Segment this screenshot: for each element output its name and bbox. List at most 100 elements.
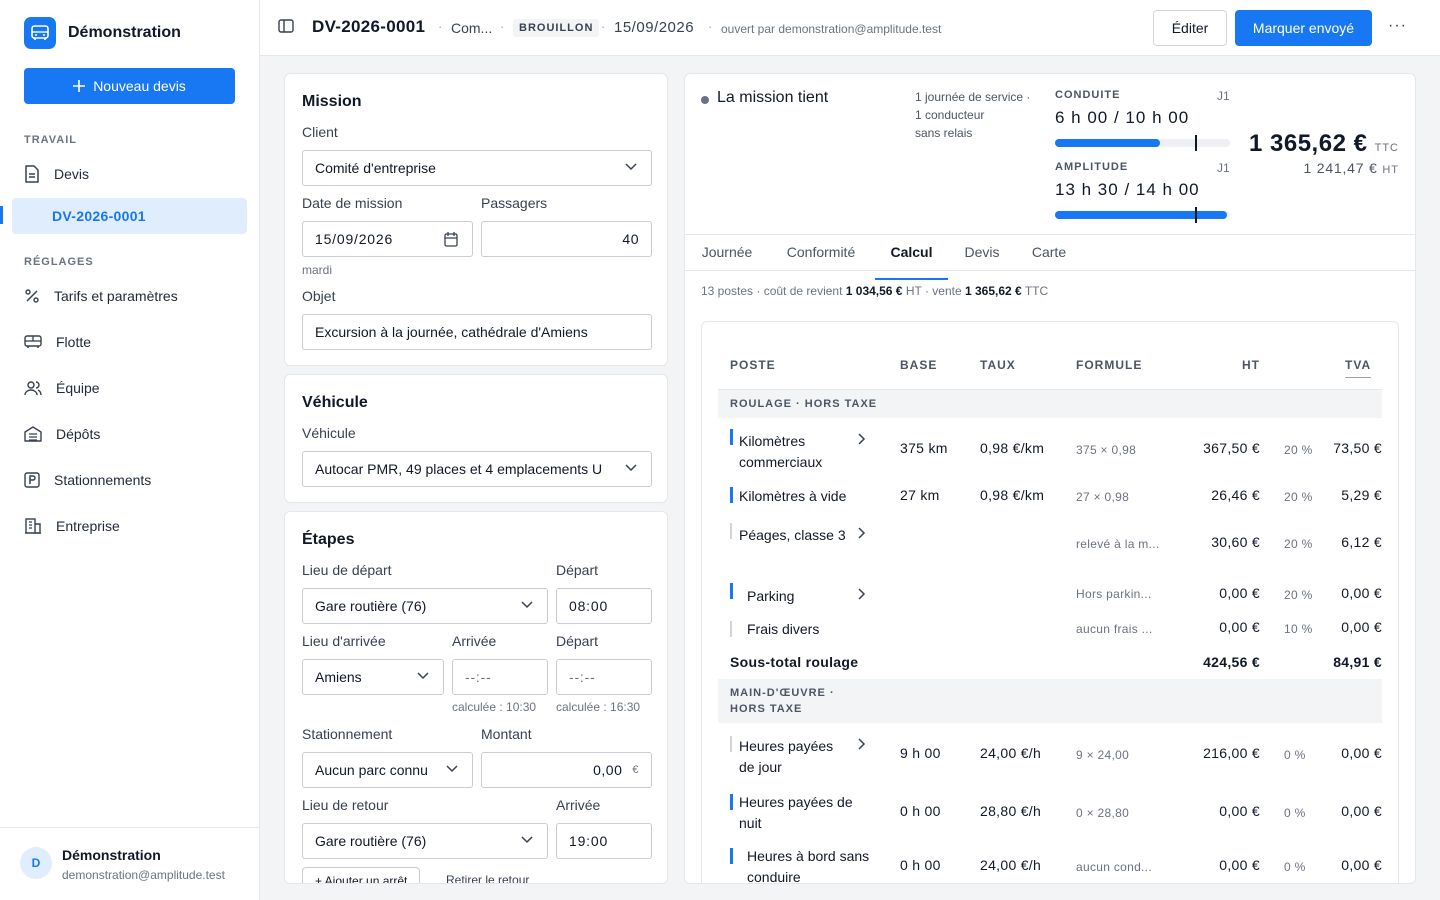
sidebar-item-parkings[interactable]: Stationnements: [12, 462, 247, 498]
row-ht: 0,00 €: [1219, 803, 1260, 819]
sidebar-item-current-quote[interactable]: DV-2026-0001: [12, 198, 247, 234]
calculation-table: POSTE BASE TAUX FORMULE HT TVA ROULAGE ·…: [701, 321, 1399, 883]
parking-select[interactable]: Aucun parc connu: [302, 752, 473, 788]
meta-line: 1 journée de service ·: [915, 90, 1031, 104]
price-ttc-value: 1 365,62 €: [1249, 130, 1368, 157]
vehicle-select[interactable]: Autocar PMR, 49 places et 4 emplacements…: [302, 451, 652, 487]
table-row[interactable]: Heures payées de jour 9 h 00 24,00 €/h 9…: [718, 732, 1382, 782]
edit-button[interactable]: Éditer: [1153, 10, 1227, 46]
amplitude-value: 13 h 30 / 14 h 00: [1055, 180, 1200, 199]
table-row[interactable]: Kilomètres commerciaux 375 km 0,98 €/km …: [718, 425, 1382, 475]
price-ht-unit: HT: [1382, 164, 1399, 176]
bus-icon: [24, 335, 42, 348]
arrival-time-input[interactable]: --:--: [452, 659, 548, 695]
users-icon: [24, 381, 42, 396]
subtotal-ht: 424,56 €: [1203, 654, 1260, 670]
chevron-right-icon[interactable]: [858, 433, 866, 445]
row-name: Péages, classe 3: [739, 527, 846, 543]
tab-day[interactable]: Journée: [701, 244, 753, 280]
tab-map[interactable]: Carte: [1031, 244, 1067, 280]
row-base: 375 km: [900, 440, 948, 456]
user-menu[interactable]: D Démonstration demonstration@amplitude.…: [0, 827, 259, 900]
table-row[interactable]: Frais divers aucun frais ... 0,00 € 10 %…: [718, 618, 1382, 644]
mark-sent-button[interactable]: Marquer envoyé: [1235, 10, 1372, 46]
row-marker: [730, 429, 733, 445]
departure-place-select[interactable]: Gare routière (76): [302, 588, 548, 624]
group-header-rolling: ROULAGE · HORS TAXE: [718, 390, 1382, 418]
leave-time-input[interactable]: --:--: [556, 659, 652, 695]
new-quote-button[interactable]: Nouveau devis: [24, 68, 235, 104]
percent-icon: [25, 289, 39, 303]
col-header-vat[interactable]: TVA: [1345, 358, 1372, 378]
add-stop-button[interactable]: + Ajouter un arrêt: [302, 867, 421, 883]
separator-dot: ·: [500, 19, 505, 34]
row-ht: 216,00 €: [1203, 745, 1260, 761]
object-input[interactable]: Excursion à la journée, cathédrale d'Ami…: [302, 314, 652, 350]
section-settings-label: RÉGLAGES: [24, 256, 94, 268]
row-vat: 0,00 €: [1341, 745, 1382, 761]
leave-time-value: --:--: [569, 669, 596, 685]
col-header-poste: POSTE: [730, 358, 776, 372]
tab-compliance[interactable]: Conformité: [784, 244, 858, 280]
row-formula: 0 × 28,80: [1076, 806, 1130, 820]
chevron-down-icon: [521, 836, 533, 844]
table-row[interactable]: Kilomètres à vide 27 km 0,98 €/km 27 × 0…: [718, 482, 1382, 512]
amount-input[interactable]: 0,00 €: [481, 752, 652, 788]
calendar-icon[interactable]: [444, 232, 458, 247]
remove-return-link[interactable]: Retirer le retour: [446, 873, 529, 883]
table-row[interactable]: Heures à bord sans conduire 0 h 00 24,00…: [718, 846, 1382, 883]
chevron-right-icon[interactable]: [858, 527, 866, 539]
arrival-place-select[interactable]: Amiens: [302, 659, 444, 695]
departure-time-input[interactable]: 08:00: [556, 588, 652, 624]
sidebar-item-label: Tarifs et paramètres: [54, 288, 178, 304]
return-time-input[interactable]: 19:00: [556, 823, 652, 859]
row-vat-rate: 20 %: [1284, 537, 1313, 551]
row-vat: 73,50 €: [1333, 440, 1382, 456]
sidebar-item-quotes[interactable]: Devis: [12, 156, 247, 192]
tab-calculation[interactable]: Calcul: [875, 244, 948, 280]
brand[interactable]: Démonstration: [24, 17, 181, 49]
passengers-input[interactable]: 40: [481, 221, 652, 257]
user-email: demonstration@amplitude.test: [62, 868, 225, 882]
col-header-rate: TAUX: [980, 358, 1016, 372]
more-options-icon[interactable]: ···: [1388, 17, 1407, 35]
row-vat-rate: 20 %: [1284, 443, 1313, 457]
sidebar-item-company[interactable]: Entreprise: [12, 508, 247, 544]
departure-place-value: Gare routière (76): [315, 598, 427, 614]
sidebar-item-rates[interactable]: Tarifs et paramètres: [12, 278, 247, 314]
meta-line: 1 conducteur: [915, 108, 985, 122]
mission-meta: 1 journée de service · 1 conducteur sans…: [915, 88, 1045, 142]
sidebar-item-fleet[interactable]: Flotte: [12, 324, 247, 360]
amount-unit: €: [632, 764, 639, 776]
client-select[interactable]: Comité d'entreprise: [302, 150, 652, 186]
sidebar-item-depots[interactable]: Dépôts: [12, 416, 247, 452]
summary-sale-prefix: · vente: [924, 284, 962, 298]
table-row[interactable]: Parking Hors parkin... 0,00 € 20 % 0,00 …: [718, 580, 1382, 610]
avatar: D: [20, 847, 52, 879]
mission-date-input[interactable]: 15/09/2026: [302, 221, 473, 257]
document-icon: [25, 165, 39, 183]
passengers-value: 40: [622, 231, 639, 247]
row-marker: [730, 794, 733, 810]
table-row[interactable]: Heures payées de nuit 0 h 00 28,80 €/h 0…: [718, 790, 1382, 840]
chevron-right-icon[interactable]: [858, 738, 866, 750]
col-header-formula: FORMULE: [1076, 358, 1143, 372]
row-rate: 0,98 €/km: [980, 440, 1045, 456]
driving-gauge-limit: [1195, 135, 1197, 151]
sidebar-toggle-icon[interactable]: [278, 18, 294, 39]
row-formula: 375 × 0,98: [1076, 443, 1137, 457]
top-bar: DV-2026-0001 · Com... · BROUILLON · 15/0…: [260, 0, 1440, 56]
tab-quote[interactable]: Devis: [964, 244, 1000, 280]
driving-value: 6 h 00 / 10 h 00: [1055, 108, 1190, 127]
table-row[interactable]: Péages, classe 3 relevé à la m... 30,60 …: [718, 519, 1382, 569]
arrival-calculated-hint: calculée : 10:30: [452, 700, 537, 714]
amplitude-gauge: [1055, 207, 1230, 223]
chevron-down-icon: [417, 672, 429, 680]
row-vat-rate: 0 %: [1284, 748, 1306, 762]
row-marker: [730, 487, 733, 503]
status-badge: BROUILLON: [513, 19, 600, 37]
return-place-select[interactable]: Gare routière (76): [302, 823, 548, 859]
divider: [685, 234, 1415, 235]
sidebar-item-team[interactable]: Équipe: [12, 370, 247, 406]
chevron-right-icon[interactable]: [858, 588, 866, 600]
